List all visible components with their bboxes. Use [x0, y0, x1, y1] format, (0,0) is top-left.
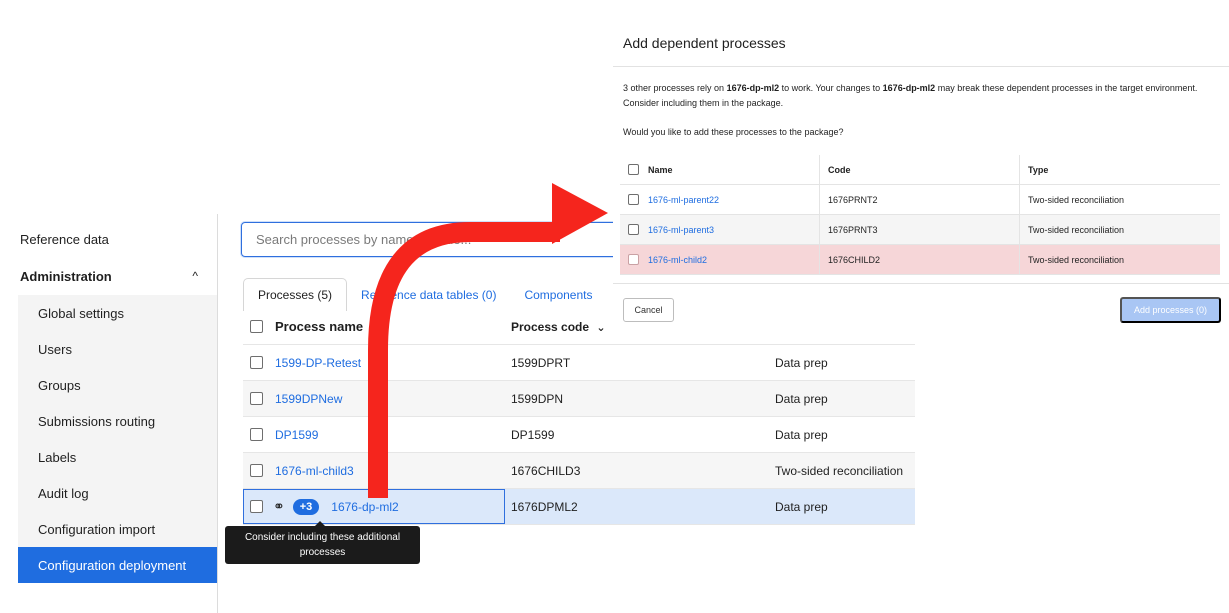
process-link[interactable]: 1676-ml-child2 — [648, 255, 707, 265]
sidebar-item-reference-data[interactable]: Reference data — [20, 232, 109, 247]
process-type: Data prep — [775, 427, 828, 442]
row-checkbox[interactable] — [250, 356, 263, 369]
sidebar-item-configuration-deployment[interactable]: Configuration deployment — [18, 547, 217, 583]
dialog-table-row[interactable]: 1676-ml-parent22 1676PRNT2 Two-sided rec… — [620, 185, 1220, 215]
admin-menu: Global settings Users Groups Submissions… — [18, 295, 217, 583]
process-code: 1599DPRT — [511, 355, 571, 370]
dialog-title: Add dependent processes — [623, 35, 786, 51]
link-icon[interactable]: ⚭ — [273, 498, 285, 515]
tab-bar: Processes (5) Reference data tables (0) … — [243, 278, 607, 311]
sidebar-item-audit-log[interactable]: Audit log — [18, 475, 217, 511]
header-type: Type — [1028, 164, 1049, 175]
process-type: Two-sided reconciliation — [775, 463, 904, 478]
process-type: Two-sided reconciliation — [1028, 224, 1125, 235]
sidebar-item-configuration-import[interactable]: Configuration import — [18, 511, 217, 547]
process-code: 1599DPN — [511, 391, 564, 406]
header-process-name[interactable]: Process name — [275, 319, 363, 334]
process-link[interactable]: 1599DPNew — [275, 392, 342, 406]
sidebar-item-labels[interactable]: Labels — [18, 439, 217, 475]
chevron-down-icon[interactable]: ⌄ — [596, 322, 605, 334]
search-input[interactable]: Search processes by name or code... — [241, 222, 621, 257]
process-type: Two-sided reconciliation — [1028, 254, 1125, 265]
table-row[interactable]: 1599DPNew 1599DPN Data prep — [243, 381, 915, 417]
table-row[interactable]: 1599-DP-Retest 1599DPRT Data prep — [243, 345, 915, 381]
process-type: Data prep — [775, 391, 828, 406]
tab-components[interactable]: Components — [510, 278, 606, 311]
sidebar-divider — [217, 214, 218, 613]
tab-processes[interactable]: Processes (5) — [243, 278, 348, 311]
process-code: DP1599 — [511, 427, 555, 442]
row-checkbox[interactable] — [628, 194, 639, 205]
sidebar-item-users[interactable]: Users — [18, 331, 217, 367]
process-code: 1676CHILD2 — [820, 245, 1020, 274]
process-code: 1676DPML2 — [511, 499, 578, 514]
sidebar-item-groups[interactable]: Groups — [18, 367, 217, 403]
dependents-tooltip: Consider including these additional proc… — [225, 521, 420, 564]
table-row[interactable]: DP1599 DP1599 Data prep — [243, 417, 915, 453]
process-type: Data prep — [775, 355, 828, 370]
process-code: 1676PRNT2 — [820, 185, 1020, 214]
row-checkbox[interactable] — [250, 500, 263, 513]
dialog-table-header: Name Code Type — [620, 155, 1220, 185]
sidebar-section-administration[interactable]: Administration ^ — [20, 269, 198, 284]
process-link[interactable]: DP1599 — [275, 428, 318, 442]
dialog-table-row-warning[interactable]: 1676-ml-child2 1676CHILD2 Two-sided reco… — [620, 245, 1220, 275]
search-placeholder: Search processes by name or code... — [256, 232, 472, 247]
tab-reference-data-tables[interactable]: Reference data tables (0) — [347, 278, 510, 311]
process-code: 1676CHILD3 — [511, 463, 581, 478]
process-name-highlight: 1676-dp-ml2 — [726, 83, 780, 93]
row-checkbox[interactable] — [250, 464, 263, 477]
table-row[interactable]: 1676-ml-child3 1676CHILD3 Two-sided reco… — [243, 453, 915, 489]
row-checkbox[interactable] — [250, 392, 263, 405]
select-all-checkbox[interactable] — [628, 164, 639, 175]
dependents-badge[interactable]: +3 — [292, 498, 320, 515]
sidebar-item-global-settings[interactable]: Global settings — [18, 295, 217, 331]
sidebar-section-label: Administration — [20, 269, 112, 284]
dialog-footer-divider — [613, 283, 1229, 284]
sidebar: Reference data Administration ^ Global s… — [0, 222, 217, 613]
cancel-button[interactable]: Cancel — [623, 298, 674, 322]
chevron-up-icon[interactable]: ^ — [192, 269, 198, 284]
dependent-processes-table: Name Code Type 1676-ml-parent22 1676PRNT… — [620, 155, 1220, 275]
sidebar-item-submissions-routing[interactable]: Submissions routing — [18, 403, 217, 439]
row-checkbox[interactable] — [628, 254, 639, 265]
process-name-highlight: 1676-dp-ml2 — [882, 83, 936, 93]
process-link[interactable]: 1676-ml-child3 — [275, 464, 354, 478]
header-process-code: Process code — [511, 319, 590, 334]
header-name: Name — [648, 164, 673, 175]
dialog-table-row[interactable]: 1676-ml-parent3 1676PRNT3 Two-sided reco… — [620, 215, 1220, 245]
chevron-down-icon[interactable]: ⌄ — [369, 320, 378, 333]
header-name-cell: Process name ⌄ — [243, 309, 505, 344]
process-type: Data prep — [775, 499, 828, 514]
add-processes-button[interactable]: Add processes (0) — [1120, 297, 1221, 323]
add-dependent-processes-dialog: Add dependent processes 3 other processe… — [613, 20, 1229, 340]
process-type: Two-sided reconciliation — [1028, 194, 1125, 205]
process-link[interactable]: 1599-DP-Retest — [275, 356, 361, 370]
process-link[interactable]: 1676-dp-ml2 — [331, 500, 398, 514]
dialog-question: Would you like to add these processes to… — [623, 127, 844, 137]
dialog-divider — [613, 66, 1229, 67]
process-link[interactable]: 1676-ml-parent22 — [648, 195, 719, 205]
select-all-checkbox[interactable] — [250, 320, 263, 333]
row-checkbox[interactable] — [628, 224, 639, 235]
row-checkbox[interactable] — [250, 428, 263, 441]
header-code: Code — [820, 155, 1020, 184]
dialog-message: 3 other processes rely on 1676-dp-ml2 to… — [623, 83, 1198, 108]
process-link[interactable]: 1676-ml-parent3 — [648, 225, 714, 235]
process-code: 1676PRNT3 — [820, 215, 1020, 244]
table-row-selected[interactable]: ⚭ +3 1676-dp-ml2 1676DPML2 Data prep — [243, 489, 915, 525]
processes-table: Process name ⌄ Process code ⌄ Process ty… — [243, 309, 915, 525]
